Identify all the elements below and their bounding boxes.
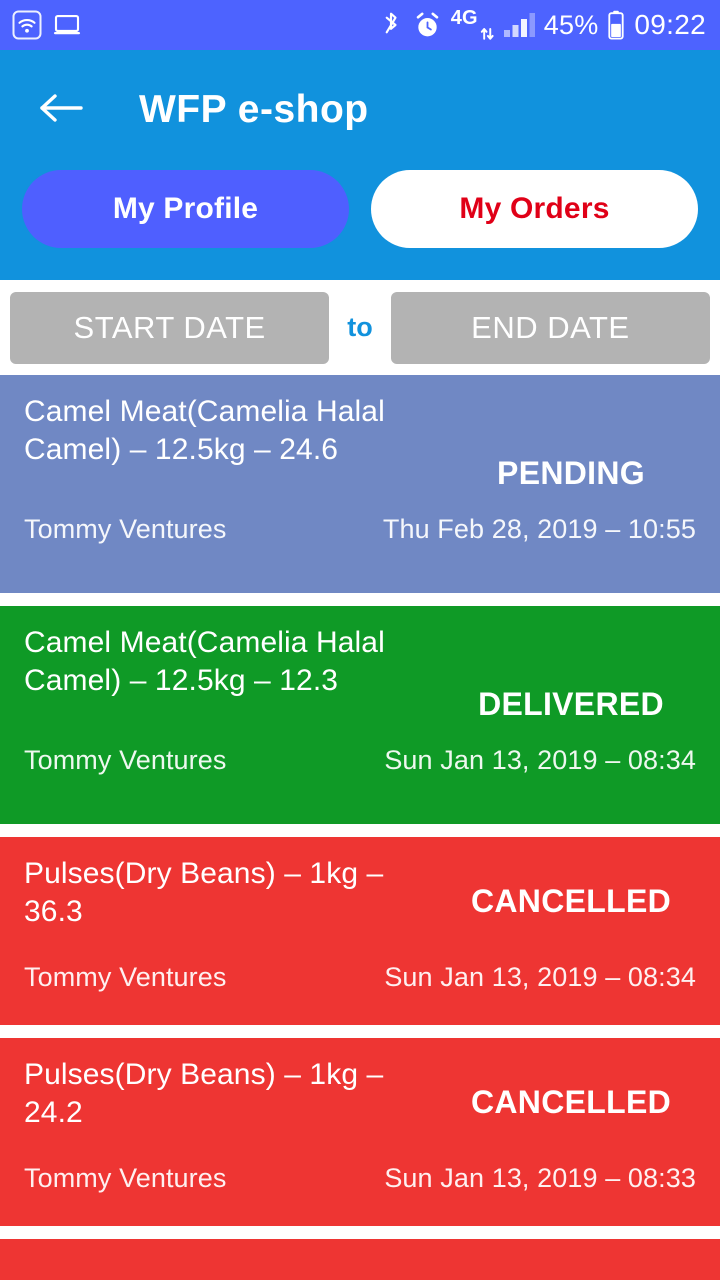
orders-list: Camel Meat(Camelia Halal Camel) – 12.5kg… (0, 375, 720, 1280)
order-card[interactable]: Camel Meat(Camelia Halal Camel) – 12.5kg… (0, 375, 720, 593)
network-type-label: 4G (450, 7, 478, 29)
order-status-badge: DELIVERED (478, 686, 664, 722)
order-card[interactable]: Camel Meat(Camelia Halal Camel) – 12.5kg… (0, 606, 720, 824)
order-date: Sun Jan 13, 2019 – 08:34 (384, 745, 696, 775)
order-status-badge: CANCELLED (470, 883, 672, 919)
order-vendor: Tommy Ventures (24, 961, 227, 992)
end-date-label: END DATE (471, 309, 630, 345)
app-bar-top-row: WFP e-shop (0, 50, 720, 170)
cast-screen-icon (52, 10, 82, 40)
tab-my-orders-label: My Orders (459, 192, 610, 225)
app-bar: WFP e-shop My Profile My Orders (0, 50, 720, 280)
status-bar: 4G 45% 09:22 (0, 0, 720, 50)
status-bar-right-icons: 4G 45% 09:22 (378, 8, 706, 42)
bluetooth-icon (378, 10, 404, 40)
order-title: Pulses(Dry Beans) – 1kg – 24.2 (24, 1058, 384, 1130)
order-card-footer: Tommy Ventures Sun Jan 13, 2019 – 08:33 (24, 1163, 696, 1194)
order-vendor: Tommy Ventures (24, 1162, 227, 1193)
order-card[interactable]: Pulses(Dry Beans) – 1kg – 36.3 CANCELLED… (0, 837, 720, 1025)
wifi-icon (12, 10, 42, 40)
order-status-badge (446, 1257, 696, 1280)
order-card[interactable] (0, 1239, 720, 1280)
order-card-inner: Pulses(Dry Beans) – 1kg – 24.2 CANCELLED… (24, 1056, 696, 1194)
start-date-button[interactable]: START DATE (10, 291, 330, 364)
order-details: Pulses(Dry Beans) – 1kg – 24.2 (24, 1056, 446, 1133)
tab-my-orders[interactable]: My Orders (371, 170, 698, 248)
order-date: Sun Jan 13, 2019 – 08:34 (384, 961, 696, 992)
date-range-separator: to (347, 312, 373, 342)
order-card-footer: Tommy Ventures Sun Jan 13, 2019 – 08:34 (24, 962, 696, 993)
4g-data-icon: 4G (451, 8, 494, 42)
order-card-top-row: Pulses(Dry Beans) – 1kg – 24.2 CANCELLED (24, 1056, 696, 1133)
order-title: Pulses(Dry Beans) – 1kg – 36.3 (24, 857, 384, 929)
clock-label: 09:22 (634, 9, 706, 40)
order-card[interactable]: Pulses(Dry Beans) – 1kg – 24.2 CANCELLED… (0, 1038, 720, 1226)
order-card-footer: Tommy Ventures Thu Feb 28, 2019 – 10:55 (24, 514, 696, 545)
page-title: WFP e-shop (139, 88, 369, 131)
order-card-inner: Camel Meat(Camelia Halal Camel) – 12.5kg… (24, 624, 696, 776)
order-card-inner (24, 1257, 696, 1280)
order-card-inner: Camel Meat(Camelia Halal Camel) – 12.5kg… (24, 393, 696, 545)
alarm-icon (413, 11, 442, 40)
tab-bar: My Profile My Orders (0, 170, 720, 248)
order-card-footer: Tommy Ventures Sun Jan 13, 2019 – 08:34 (24, 745, 696, 776)
order-date: Thu Feb 28, 2019 – 10:55 (382, 514, 696, 544)
order-card-top-row: Camel Meat(Camelia Halal Camel) – 12.5kg… (24, 393, 696, 492)
order-title: Camel Meat(Camelia Halal Camel) – 12.5kg… (24, 626, 385, 698)
battery-percent-label: 45% (543, 9, 599, 40)
signal-bars-icon (503, 11, 536, 39)
status-bar-left-icons (12, 10, 82, 40)
start-date-label: START DATE (73, 309, 266, 345)
order-vendor: Tommy Ventures (24, 514, 227, 544)
back-arrow-icon (37, 89, 85, 132)
order-status-badge: CANCELLED (470, 1084, 672, 1120)
order-title: Camel Meat(Camelia Halal Camel) – 12.5kg… (24, 395, 385, 467)
app-screen: 4G 45% 09:22 WFP e-shop My Profile My Or… (0, 0, 720, 1280)
battery-icon (607, 10, 625, 40)
order-card-inner: Pulses(Dry Beans) – 1kg – 36.3 CANCELLED… (24, 855, 696, 993)
order-details: Pulses(Dry Beans) – 1kg – 36.3 (24, 855, 446, 932)
order-card-top-row: Pulses(Dry Beans) – 1kg – 36.3 CANCELLED (24, 855, 696, 932)
order-card-top-row: Camel Meat(Camelia Halal Camel) – 12.5kg… (24, 624, 696, 723)
back-button[interactable] (34, 83, 88, 137)
order-date: Sun Jan 13, 2019 – 08:33 (384, 1162, 696, 1193)
end-date-button[interactable]: END DATE (390, 291, 711, 364)
tab-my-profile-label: My Profile (112, 192, 259, 225)
order-status-badge: PENDING (497, 455, 645, 491)
order-details: Camel Meat(Camelia Halal Camel) – 12.5kg… (24, 624, 446, 701)
date-filter-bar: START DATE to END DATE (0, 280, 720, 375)
order-details: Camel Meat(Camelia Halal Camel) – 12.5kg… (24, 393, 446, 470)
order-vendor: Tommy Ventures (24, 745, 227, 775)
order-card-top-row (24, 1257, 696, 1280)
tab-my-profile[interactable]: My Profile (22, 170, 349, 248)
